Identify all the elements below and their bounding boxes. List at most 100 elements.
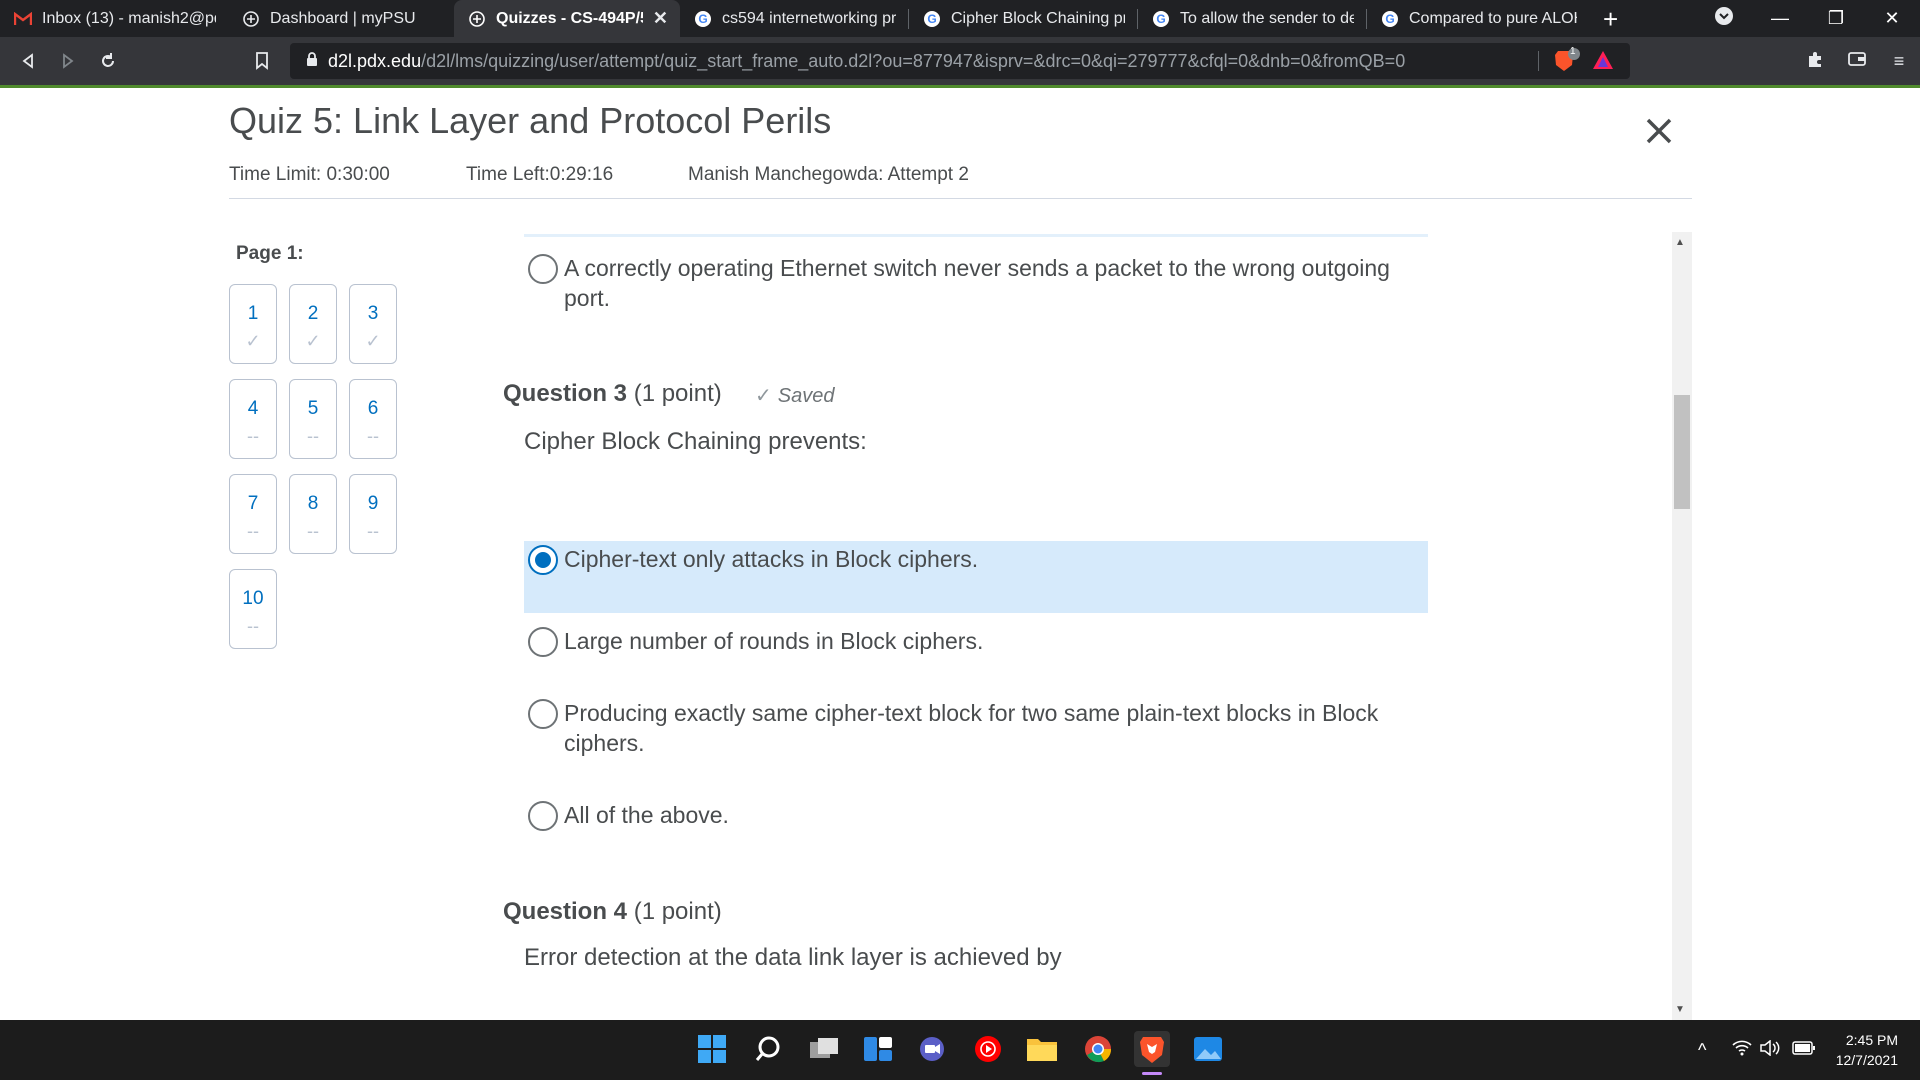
radio-button[interactable] (528, 699, 558, 729)
radio-button[interactable] (528, 801, 558, 831)
brave-rewards-icon[interactable] (1592, 50, 1614, 75)
forward-icon[interactable] (48, 41, 88, 81)
bookmark-icon[interactable] (242, 41, 282, 81)
tab-search-cs594[interactable]: G cs594 internetworking prot (680, 0, 908, 37)
address-bar[interactable]: d2l.pdx.edu/d2l/lms/quizzing/user/attemp… (290, 43, 1630, 79)
answer-choice[interactable]: All of the above. (524, 797, 1428, 831)
close-tab-icon[interactable]: ✕ (653, 8, 668, 29)
question-nav-number: 1 (247, 303, 259, 324)
tab-search-icon[interactable] (1696, 6, 1752, 31)
google-icon: G (923, 10, 941, 28)
url-text: d2l.pdx.edu/d2l/lms/quizzing/user/attemp… (328, 51, 1528, 72)
clock-date: 12/7/2021 (1835, 1052, 1898, 1068)
question-nav-1[interactable]: 1 ✓ (229, 284, 277, 364)
clock[interactable]: 2:45 PM 12/7/2021 (1836, 1030, 1898, 1070)
scrollbar-thumb[interactable] (1674, 395, 1690, 509)
brave-browser-icon[interactable] (1134, 1031, 1170, 1067)
brave-shields-badge: 1 (1570, 46, 1576, 57)
search-icon[interactable] (750, 1031, 786, 1067)
tab-gmail[interactable]: Inbox (13) - manish2@pdx.e (0, 0, 228, 37)
question-nav-6[interactable]: 6 -- (349, 379, 397, 459)
file-explorer-icon[interactable] (1024, 1031, 1060, 1067)
tab-search-sender[interactable]: G To allow the sender to dete (1138, 0, 1366, 37)
tab-title: Compared to pure ALOHA, (1409, 9, 1577, 27)
question-nav-8[interactable]: 8 -- (289, 474, 337, 554)
brave-shields-icon[interactable]: 1 (1552, 46, 1580, 75)
scroll-down-icon[interactable]: ▼ (1675, 1004, 1685, 1015)
restore-icon[interactable]: ❐ (1808, 8, 1864, 29)
radio-button[interactable] (528, 254, 558, 284)
question-nav-10[interactable]: 10 -- (229, 569, 277, 649)
scrollbar-track[interactable] (1672, 232, 1692, 1020)
unanswered-mark: -- (307, 521, 319, 541)
question-points: (1 point) (633, 898, 722, 925)
widgets-icon[interactable] (860, 1031, 896, 1067)
wallet-icon[interactable] (1836, 50, 1878, 73)
chrome-icon[interactable] (1080, 1031, 1116, 1067)
lock-icon (306, 51, 318, 72)
show-hidden-icons-icon[interactable]: ^ (1698, 1040, 1706, 1061)
svg-text:G: G (1156, 12, 1165, 26)
question-nav-number: 10 (242, 588, 264, 609)
svg-text:G: G (927, 12, 936, 26)
question-nav-7[interactable]: 7 -- (229, 474, 277, 554)
url-path: /d2l/lms/quizzing/user/attempt/quiz_star… (421, 50, 1406, 71)
svg-text:G: G (698, 12, 707, 26)
youtube-music-icon[interactable] (970, 1031, 1006, 1067)
unanswered-mark: -- (367, 521, 379, 541)
active-app-indicator (1142, 1072, 1162, 1075)
photos-icon[interactable] (1190, 1031, 1226, 1067)
question-nav-3[interactable]: 3 ✓ (349, 284, 397, 364)
question-nav-4[interactable]: 4 -- (229, 379, 277, 459)
psu-icon (242, 10, 260, 28)
tab-search-aloha[interactable]: G Compared to pure ALOHA, (1367, 0, 1589, 37)
page-load-bar (0, 85, 1920, 88)
question-nav-2[interactable]: 2 ✓ (289, 284, 337, 364)
question-nav-number: 4 (247, 398, 259, 419)
attempt-info: Manish Manchegowda: Attempt 2 (688, 164, 969, 185)
answer-choice-selected[interactable]: Cipher-text only attacks in Block cipher… (524, 541, 1428, 613)
tab-quizzes[interactable]: Quizzes - CS-494P/594 ✕ (454, 0, 680, 37)
close-icon[interactable] (1645, 112, 1673, 152)
question-text: Cipher Block Chaining prevents: (524, 428, 867, 455)
answer-choice[interactable]: A correctly operating Ethernet switch ne… (524, 250, 1428, 313)
window-controls: — ❐ ✕ (1696, 0, 1920, 37)
wifi-icon[interactable] (1732, 1040, 1752, 1061)
answer-choice[interactable]: Producing exactly same cipher-text block… (524, 695, 1428, 758)
minimize-icon[interactable]: — (1752, 8, 1808, 29)
question-nav-9[interactable]: 9 -- (349, 474, 397, 554)
reload-icon[interactable] (88, 41, 128, 81)
tab-search-cbc[interactable]: G Cipher Block Chaining prev (909, 0, 1137, 37)
new-tab-button[interactable]: + (1603, 6, 1618, 32)
chat-icon[interactable] (914, 1031, 950, 1067)
volume-icon[interactable] (1760, 1039, 1782, 1061)
extensions-icon[interactable] (1794, 50, 1836, 73)
time-left: Time Left:0:29:16 (466, 164, 614, 185)
address-divider (1538, 51, 1539, 71)
unanswered-mark: -- (367, 426, 379, 446)
task-view-icon[interactable] (806, 1031, 842, 1067)
battery-icon[interactable] (1792, 1040, 1816, 1061)
question-nav-number: 6 (367, 398, 379, 419)
radio-button-checked[interactable] (528, 545, 558, 575)
menu-icon[interactable]: ≡ (1878, 51, 1920, 72)
answer-choice-text: Large number of rounds in Block ciphers. (564, 628, 984, 654)
question-divider (524, 234, 1428, 237)
quiz-content: A correctly operating Ethernet switch ne… (490, 232, 1430, 1020)
question-nav-number: 3 (367, 303, 379, 324)
time-limit: Time Limit: 0:30:00 (229, 164, 390, 185)
back-icon[interactable] (8, 41, 48, 81)
answer-choice-text: Cipher-text only attacks in Block cipher… (564, 546, 979, 572)
question-nav-5[interactable]: 5 -- (289, 379, 337, 459)
question-nav-number: 8 (307, 493, 319, 514)
tab-dashboard[interactable]: Dashboard | myPSU (228, 0, 454, 37)
taskbar: ^ 2:45 PM 12/7/2021 (0, 1020, 1920, 1080)
extensions-area: ≡ (1794, 37, 1920, 85)
close-window-icon[interactable]: ✕ (1864, 8, 1920, 29)
scroll-up-icon[interactable]: ▲ (1675, 237, 1685, 248)
answer-choice[interactable]: Large number of rounds in Block ciphers. (524, 623, 1428, 657)
question-label: Question 3 (503, 380, 628, 407)
radio-button[interactable] (528, 627, 558, 657)
windows-start-icon[interactable] (694, 1031, 730, 1067)
question-heading: Question 4 (1 point) (503, 898, 722, 926)
